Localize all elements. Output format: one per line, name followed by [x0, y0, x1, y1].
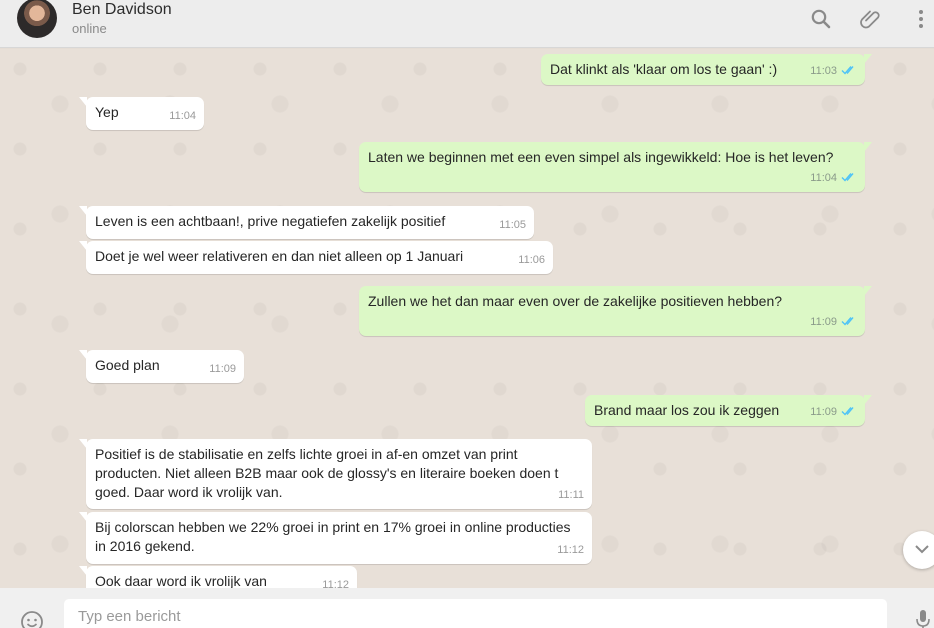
- message-bubble-outgoing[interactable]: Brand maar los zou ik zeggen 11:09: [585, 395, 872, 426]
- message-text: Bij colorscan hebben we 22% groei in pri…: [95, 519, 571, 554]
- message-time: 11:09: [810, 316, 837, 328]
- message-text: Leven is een achtbaan!, prive negatiefen…: [95, 213, 446, 229]
- chevron-down-icon: [915, 545, 929, 554]
- message-time: 11:05: [499, 219, 526, 231]
- message-time: 11:12: [322, 579, 349, 588]
- scroll-down-button[interactable]: [903, 531, 934, 569]
- message-time: 11:09: [810, 406, 837, 418]
- double-check-icon: [841, 317, 854, 326]
- attach-icon[interactable]: [859, 7, 883, 31]
- message-bubble-incoming[interactable]: Goed plan 11:09: [79, 350, 244, 383]
- message-text: Positief is de stabilisatie en zelfs lic…: [95, 446, 559, 500]
- message-time: 11:06: [518, 254, 545, 266]
- message-time: 11:03: [810, 65, 837, 77]
- message-time: 11:11: [558, 489, 584, 501]
- message-bubble-incoming[interactable]: Doet je wel weer relativeren en dan niet…: [79, 241, 553, 274]
- double-check-icon: [841, 173, 854, 182]
- contact-status: online: [72, 21, 107, 36]
- message-bubble-incoming[interactable]: Bij colorscan hebben we 22% groei in pri…: [79, 512, 592, 564]
- double-check-icon: [841, 407, 854, 416]
- search-icon[interactable]: [809, 7, 833, 31]
- message-text: Ook daar word ik vrolijk van: [95, 573, 267, 588]
- message-text: Laten we beginnen met een even simpel al…: [368, 149, 834, 165]
- message-time: 11:09: [209, 363, 236, 375]
- message-time: 11:04: [169, 110, 196, 122]
- menu-icon[interactable]: [909, 7, 933, 31]
- message-bubble-incoming[interactable]: Positief is de stabilisatie en zelfs lic…: [79, 439, 592, 509]
- message-text: Zullen we het dan maar even over de zake…: [368, 293, 783, 309]
- message-bubble-outgoing[interactable]: Dat klinkt als 'klaar om los te gaan' :)…: [541, 54, 872, 85]
- chat-header: Ben Davidson online: [0, 0, 934, 48]
- message-bubble-incoming[interactable]: Yep 11:04: [79, 97, 204, 130]
- message-list[interactable]: Dat klinkt als 'klaar om los te gaan' :)…: [0, 49, 934, 588]
- message-bubble-outgoing[interactable]: Zullen we het dan maar even over de zake…: [359, 286, 872, 336]
- double-check-icon: [841, 66, 854, 75]
- message-bubble-outgoing[interactable]: Laten we beginnen met een even simpel al…: [359, 142, 872, 192]
- microphone-icon[interactable]: [915, 609, 931, 628]
- message-input[interactable]: [64, 599, 887, 628]
- emoji-icon[interactable]: [20, 610, 44, 628]
- message-bubble-incoming[interactable]: Ook daar word ik vrolijk van 11:12: [79, 566, 357, 588]
- message-time: 11:04: [810, 172, 837, 184]
- contact-name[interactable]: Ben Davidson: [72, 1, 172, 19]
- message-text: Doet je wel weer relativeren en dan niet…: [95, 248, 464, 264]
- message-time: 11:12: [557, 544, 584, 556]
- message-meta: 11:09: [810, 403, 857, 422]
- avatar[interactable]: [17, 0, 57, 38]
- message-meta: 11:09: [810, 313, 857, 332]
- message-meta: 11:04: [810, 169, 857, 188]
- message-meta: 11:03: [810, 62, 857, 81]
- message-bubble-incoming[interactable]: Leven is een achtbaan!, prive negatiefen…: [79, 206, 534, 239]
- composer: [0, 588, 934, 628]
